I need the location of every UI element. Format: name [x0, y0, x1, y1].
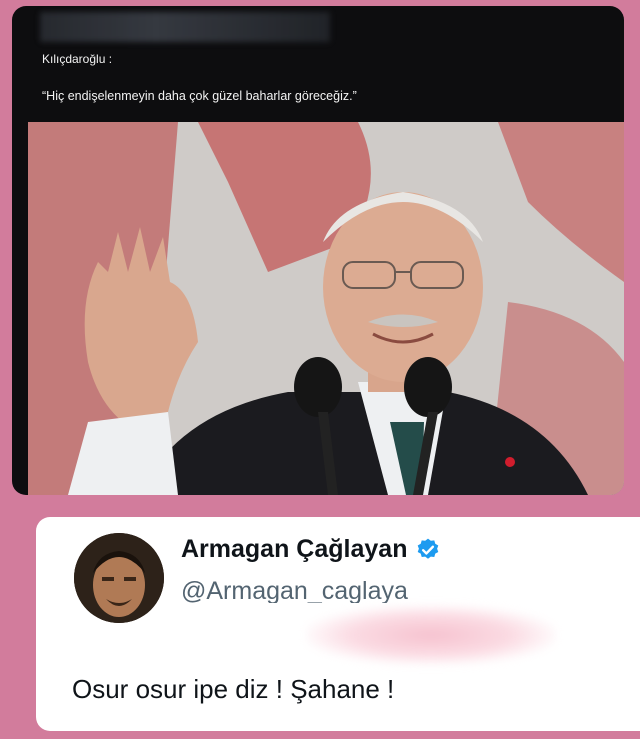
user-avatar-image	[74, 533, 164, 623]
tweet-text: Osur osur ipe diz ! Şahane !	[72, 674, 395, 704]
quoted-post-card: Kılıçdaroğlu : “Hiç endişelenmeyin daha …	[12, 6, 624, 495]
post-quote-text: “Hiç endişelenmeyin daha çok güzel bahar…	[42, 89, 357, 103]
politician-waving-photo	[28, 122, 624, 495]
post-photo[interactable]	[28, 122, 624, 495]
verified-badge-icon	[415, 537, 441, 563]
redacted-smudge	[306, 605, 556, 665]
post-author-label: Kılıçdaroğlu :	[42, 52, 113, 66]
display-name[interactable]: Armagan Çağlayan	[181, 535, 441, 564]
avatar[interactable]	[74, 533, 164, 623]
blurred-header	[40, 12, 330, 42]
tweet-card[interactable]: Armagan Çağlayan @Armagan_caglaya Osur o…	[36, 517, 640, 731]
display-name-text[interactable]: Armagan Çağlayan	[181, 535, 407, 564]
user-handle[interactable]: @Armagan_caglaya	[181, 577, 408, 603]
